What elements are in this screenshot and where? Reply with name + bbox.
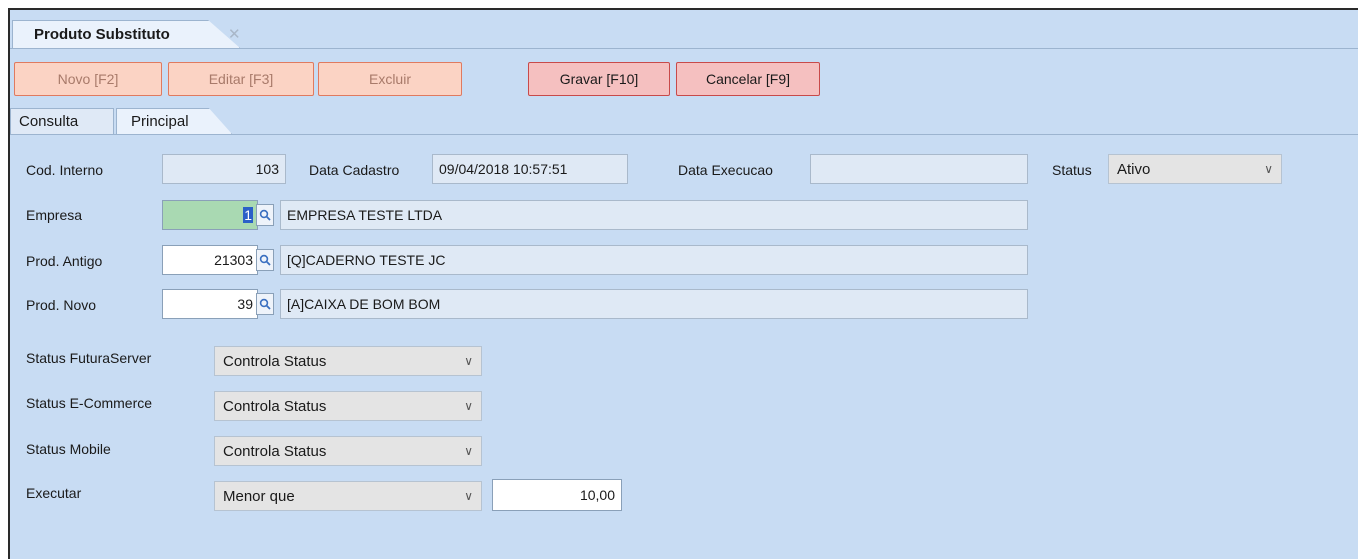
close-tab-icon[interactable]: ✕: [228, 25, 241, 43]
prod-antigo-name-field: [Q]CADERNO TESTE JC: [280, 245, 1028, 275]
data-execucao-field: [810, 154, 1028, 184]
data-cadastro-value: 09/04/2018 10:57:51: [439, 161, 568, 177]
prod-antigo-label: Prod. Antigo: [26, 253, 103, 269]
chevron-down-icon: ∨: [464, 399, 473, 413]
magnifier-icon: [259, 209, 271, 221]
prod-novo-label: Prod. Novo: [26, 297, 97, 313]
magnifier-icon: [259, 298, 271, 310]
cod-interno-value: 103: [255, 161, 279, 177]
subtab-divider: [10, 134, 1358, 135]
executar-label: Executar: [26, 485, 82, 501]
prod-antigo-code-value: 21303: [214, 252, 253, 268]
status-label: Status: [1052, 162, 1092, 178]
empresa-code-value: 1: [243, 207, 253, 223]
prod-antigo-name-value: [Q]CADERNO TESTE JC: [287, 252, 446, 268]
empresa-name-value: EMPRESA TESTE LTDA: [287, 207, 443, 223]
editar-button[interactable]: Editar [F3]: [168, 62, 314, 96]
chevron-down-icon: ∨: [464, 354, 473, 368]
prod-novo-code-value: 39: [237, 296, 253, 312]
cancelar-button[interactable]: Cancelar [F9]: [676, 62, 820, 96]
cod-interno-label: Cod. Interno: [26, 162, 104, 178]
chevron-down-icon: ∨: [1264, 162, 1273, 176]
prod-novo-code-input[interactable]: 39: [162, 289, 258, 319]
status-futuraserver-select[interactable]: Controla Status ∨: [214, 346, 482, 376]
cod-interno-field: 103: [162, 154, 286, 184]
executar-amount-input[interactable]: 10,00: [492, 479, 622, 511]
status-mobile-value: Controla Status: [223, 442, 327, 460]
executar-select[interactable]: Menor que ∨: [214, 481, 482, 511]
tab-consulta[interactable]: Consulta: [10, 108, 114, 134]
chevron-down-icon: ∨: [464, 444, 473, 458]
prod-novo-lookup-button[interactable]: [256, 293, 274, 315]
data-cadastro-field: 09/04/2018 10:57:51: [432, 154, 628, 184]
excluir-button[interactable]: Excluir: [318, 62, 462, 96]
novo-button[interactable]: Novo [F2]: [14, 62, 162, 96]
status-ecommerce-value: Controla Status: [223, 397, 327, 415]
tab-divider: [10, 48, 1358, 49]
status-ecommerce-select[interactable]: Controla Status ∨: [214, 391, 482, 421]
data-execucao-label: Data Execucao: [678, 162, 773, 178]
status-mobile-label: Status Mobile: [26, 441, 111, 457]
status-futuraserver-label: Status FuturaServer: [26, 350, 152, 366]
empresa-name-field: EMPRESA TESTE LTDA: [280, 200, 1028, 230]
tab-principal-label: Principal: [131, 113, 189, 130]
status-select[interactable]: Ativo ∨: [1108, 154, 1282, 184]
empresa-lookup-button[interactable]: [256, 204, 274, 226]
executar-value: Menor que: [223, 487, 295, 505]
data-cadastro-label: Data Cadastro: [309, 162, 400, 178]
empresa-label: Empresa: [26, 207, 83, 223]
prod-antigo-code-input[interactable]: 21303: [162, 245, 258, 275]
status-ecommerce-label: Status E-Commerce: [26, 395, 153, 411]
tab-consulta-label: Consulta: [19, 113, 79, 130]
empresa-code-input[interactable]: 1: [162, 200, 258, 230]
chevron-down-icon: ∨: [464, 489, 473, 503]
prod-novo-name-value: [A]CAIXA DE BOM BOM: [287, 296, 441, 312]
status-mobile-select[interactable]: Controla Status ∨: [214, 436, 482, 466]
prod-antigo-lookup-button[interactable]: [256, 249, 274, 271]
document-tab-title: Produto Substituto: [34, 26, 170, 43]
prod-novo-name-field: [A]CAIXA DE BOM BOM: [280, 289, 1028, 319]
status-futuraserver-value: Controla Status: [223, 352, 327, 370]
executar-amount-value: 10,00: [579, 487, 615, 503]
status-value: Ativo: [1117, 160, 1151, 178]
magnifier-icon: [259, 254, 271, 266]
gravar-button[interactable]: Gravar [F10]: [528, 62, 670, 96]
